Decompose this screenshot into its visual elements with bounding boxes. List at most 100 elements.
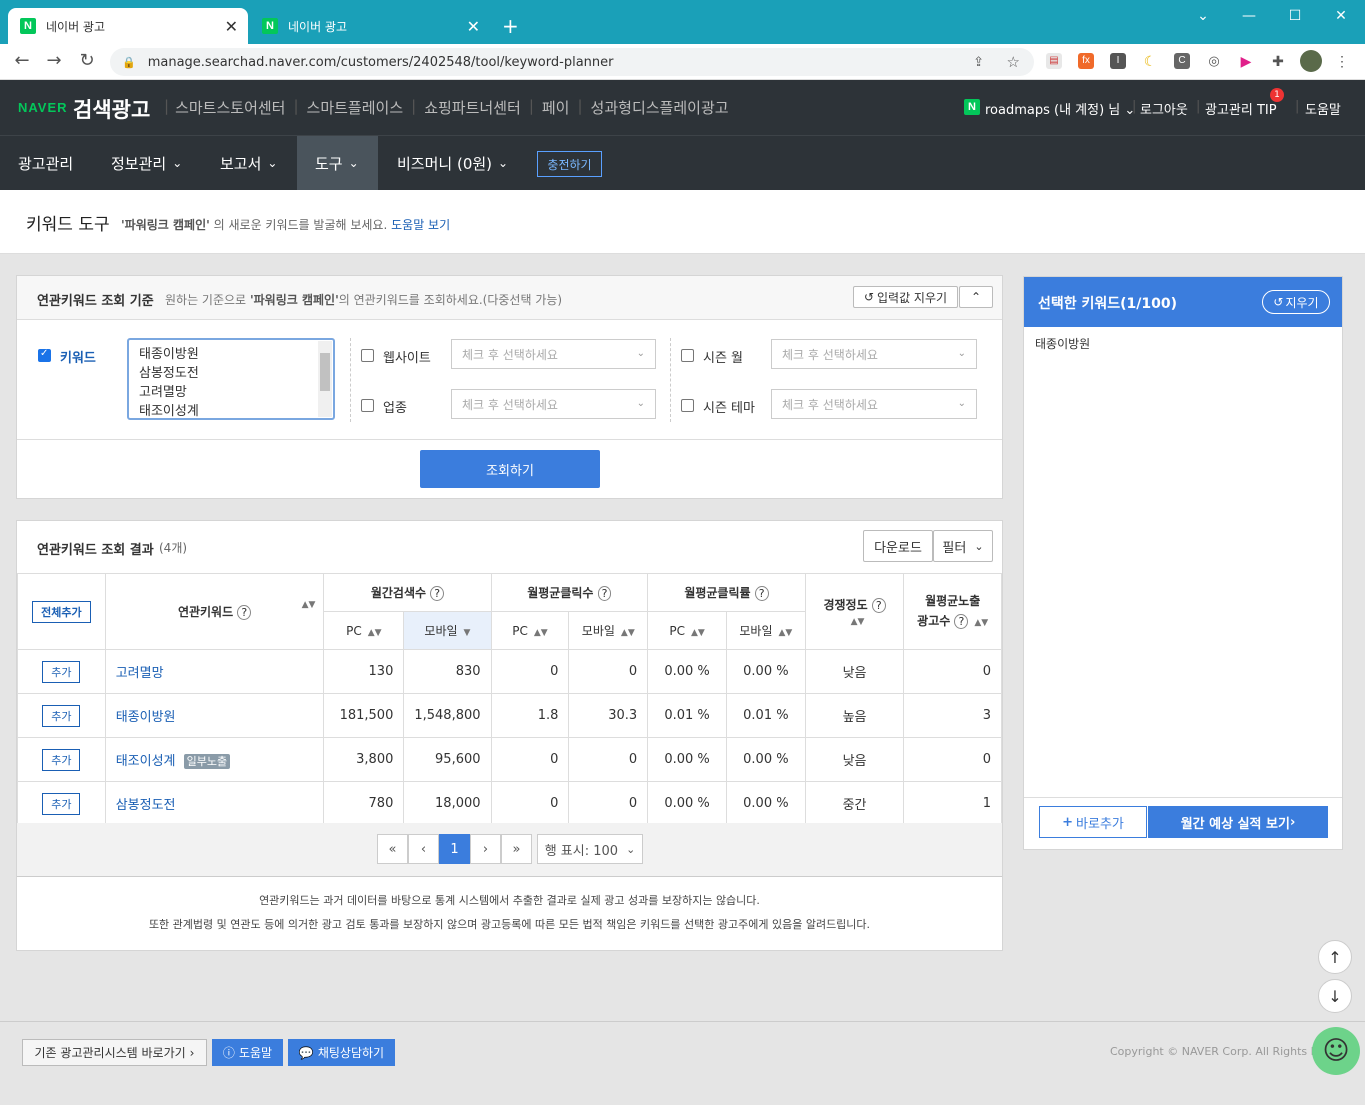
download-button[interactable]: 다운로드 (863, 530, 933, 562)
col-competition[interactable]: 경쟁정도 ? ▲▼ (804, 573, 905, 650)
sort-desc-icon[interactable]: ▼ (464, 628, 471, 638)
header-link-smartplace[interactable]: 스마트플레이스 (307, 97, 404, 118)
reload-icon[interactable]: ↻ (75, 50, 99, 71)
season-month-checkbox[interactable] (681, 349, 694, 362)
col-clicks-pc[interactable]: PC ▲▼ (490, 611, 570, 650)
close-icon[interactable]: ✕ (467, 17, 480, 36)
col-search-mobile[interactable]: 모바일 ▼ (403, 611, 492, 650)
header-link-display-ad[interactable]: 성과형디스플레이광고 (591, 97, 729, 118)
legacy-system-button[interactable]: 기존 광고관리시스템 바로가기 › (22, 1039, 207, 1066)
keyword-checkbox[interactable] (38, 348, 51, 362)
sort-icon[interactable]: ▲▼ (691, 628, 705, 638)
header-link-smartstore[interactable]: 스마트스토어센터 (175, 97, 285, 118)
keyword-link[interactable]: 삼봉정도전 (116, 798, 176, 813)
help-icon[interactable]: ? (954, 613, 969, 629)
season-month-select[interactable]: 체크 후 선택하세요 ⌄ (771, 339, 977, 369)
url-field[interactable]: 🔒 manage.searchad.naver.com/customers/24… (110, 48, 1034, 76)
collapse-button[interactable]: ⌃ (959, 286, 993, 308)
forecast-button[interactable]: 월간 예상 실적 보기 › (1148, 806, 1328, 838)
season-theme-checkbox[interactable] (681, 399, 694, 412)
window-close-icon[interactable]: ✕ (1326, 6, 1356, 26)
extension-icon[interactable]: ▶ (1238, 53, 1254, 69)
bookmark-star-icon[interactable]: ☆ (1007, 53, 1020, 71)
puzzle-icon[interactable]: ✚ (1270, 53, 1286, 69)
browser-tab-active[interactable]: N 네이버 광고 ✕ (8, 8, 248, 44)
help-icon[interactable]: ? (430, 586, 445, 601)
extension-icon[interactable]: ▤ (1046, 53, 1062, 69)
menu-report[interactable]: 보고서 ⌄ (220, 136, 277, 190)
col-ctr-pc[interactable]: PC ▲▼ (647, 611, 727, 650)
share-icon[interactable]: ⇪ (973, 55, 984, 70)
extension-icon[interactable]: fx (1078, 53, 1094, 69)
page-1-button[interactable]: 1 (439, 834, 470, 864)
forward-icon[interactable]: → (42, 50, 66, 71)
help-link[interactable]: 도움말 보기 (391, 218, 450, 232)
add-keyword-button[interactable]: 추가 (42, 704, 81, 727)
add-keyword-button[interactable]: 추가 (42, 660, 81, 683)
naver-logo[interactable]: NAVER (18, 100, 68, 115)
logout-link[interactable]: 로그아웃 (1140, 99, 1188, 118)
website-select[interactable]: 체크 후 선택하세요 ⌄ (451, 339, 656, 369)
new-tab-icon[interactable]: + (494, 8, 528, 44)
keyword-link[interactable]: 고려멸망 (116, 666, 164, 681)
selected-item[interactable]: 태종이방원 (1035, 335, 1090, 352)
sort-icon[interactable]: ▲▼ (974, 618, 988, 628)
keyword-link[interactable]: 태조이성계 (116, 754, 176, 769)
close-icon[interactable]: ✕ (225, 17, 238, 36)
header-link-shopping-partner[interactable]: 쇼핑파트너센터 (424, 97, 521, 118)
extension-icon[interactable]: I (1110, 53, 1126, 69)
profile-avatar[interactable] (1300, 50, 1322, 72)
industry-checkbox[interactable] (361, 399, 374, 412)
help-icon[interactable]: ? (871, 598, 886, 613)
col-keyword[interactable]: 연관키워드 ? ▲▼ (104, 573, 325, 650)
help-icon[interactable]: ? (597, 586, 612, 601)
chat-button[interactable]: 💬 채팅상담하기 (288, 1039, 395, 1066)
sort-icon[interactable]: ▲▼ (534, 628, 548, 638)
add-now-button[interactable]: + 바로추가 (1039, 806, 1147, 838)
col-clicks-mobile[interactable]: 모바일 ▲▼ (568, 611, 649, 650)
account-menu[interactable]: roadmaps (내 계정) 님 ⌄ (985, 99, 1135, 118)
search-button[interactable]: 조회하기 (420, 450, 600, 488)
extension-icon[interactable]: ◎ (1206, 53, 1222, 69)
scrollbar-thumb[interactable] (320, 353, 330, 391)
header-help-link[interactable]: 도움말 (1305, 99, 1341, 118)
sort-icon[interactable]: ▲▼ (368, 628, 382, 638)
menu-tools[interactable]: 도구 ⌄ (297, 136, 378, 190)
service-logo[interactable]: 검색광고 (73, 94, 150, 124)
sort-icon[interactable]: ▲▼ (621, 628, 635, 638)
chatbot-avatar[interactable]: ☺ (1312, 1027, 1360, 1075)
season-theme-select[interactable]: 체크 후 선택하세요 ⌄ (771, 389, 977, 419)
reset-input-button[interactable]: ↺ 입력값 지우기 (853, 286, 958, 308)
browser-tab[interactable]: N 네이버 광고 ✕ (250, 8, 490, 44)
filter-button[interactable]: 필터 ⌄ (933, 530, 993, 562)
website-checkbox[interactable] (361, 349, 374, 362)
textarea-scrollbar[interactable] (318, 341, 332, 417)
back-icon[interactable]: ← (10, 50, 34, 71)
col-ctr-mobile[interactable]: 모바일 ▲▼ (725, 611, 806, 650)
maximize-icon[interactable]: ☐ (1280, 6, 1310, 26)
col-ad-count[interactable]: 월평균노출 광고수 ? ▲▼ (903, 573, 1002, 650)
next-page-button[interactable]: › (470, 834, 501, 864)
footer-help-button[interactable]: ⓘ 도움말 (212, 1039, 283, 1066)
menu-info-manage[interactable]: 정보관리 ⌄ (111, 136, 182, 190)
sort-icon[interactable]: ▲▼ (851, 617, 865, 627)
menu-ad-manage[interactable]: 광고관리 (18, 136, 73, 190)
help-icon[interactable]: ? (754, 586, 769, 601)
extension-icon[interactable]: C (1174, 53, 1190, 69)
charge-button[interactable]: 충전하기 (537, 151, 602, 177)
first-page-button[interactable]: « (377, 834, 408, 864)
prev-page-button[interactable]: ‹ (408, 834, 439, 864)
header-link-pay[interactable]: 페이 (542, 97, 570, 118)
industry-select[interactable]: 체크 후 선택하세요 ⌄ (451, 389, 656, 419)
scroll-up-icon[interactable]: ↑ (1318, 940, 1352, 974)
add-all-button[interactable]: 전체추가 (32, 600, 91, 623)
keyword-link[interactable]: 태종이방원 (116, 710, 176, 725)
extension-icon[interactable]: ☾ (1142, 53, 1158, 69)
add-keyword-button[interactable]: 추가 (42, 792, 81, 815)
scroll-down-icon[interactable]: ↓ (1318, 979, 1352, 1013)
tab-search-icon[interactable]: ⌄ (1188, 6, 1218, 26)
minimize-icon[interactable]: — (1234, 6, 1264, 26)
add-keyword-button[interactable]: 추가 (42, 748, 81, 771)
more-menu-icon[interactable]: ⋮ (1334, 53, 1350, 69)
rows-per-page-select[interactable]: 행 표시: 100 ⌄ (537, 834, 643, 864)
